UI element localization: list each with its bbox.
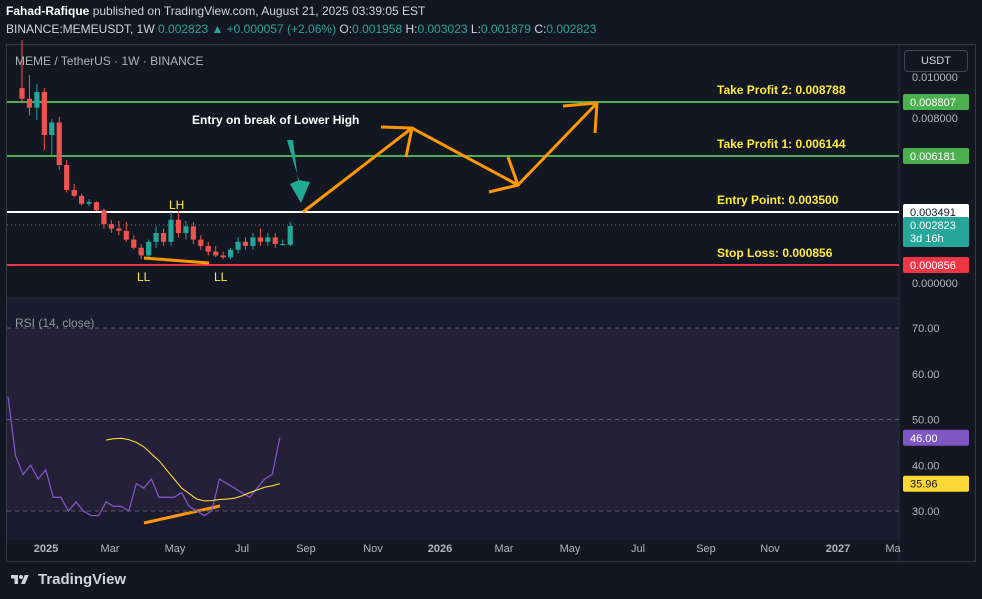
candle-body (272, 237, 278, 244)
candle-body (26, 98, 33, 108)
tradingview-logo-icon (11, 574, 29, 584)
candle-body (183, 226, 189, 233)
candle-body (168, 219, 174, 242)
price-badges: 0.0088070.0061810.0034910.0008560.002823… (903, 94, 969, 492)
candle-body (101, 210, 107, 225)
brand-text: TradingView (38, 571, 127, 588)
candle-body (138, 247, 144, 256)
time-tick-label: Sep (296, 543, 316, 555)
candle-body (56, 122, 62, 165)
candle-body (160, 233, 167, 242)
candle-body (153, 233, 159, 242)
candle-body (213, 251, 219, 256)
footer-brand[interactable]: TradingView (8, 571, 126, 588)
rsi-band (7, 328, 899, 511)
candle-body (205, 245, 211, 252)
time-tick-label: Nov (363, 543, 383, 555)
rsi-tick-label: 50.00 (912, 415, 940, 427)
entry-pointer-arrow (287, 140, 310, 203)
candle-body (280, 244, 286, 245)
arrow-head-2 (488, 156, 520, 194)
candle-body (108, 224, 114, 229)
candle-body (257, 237, 263, 242)
badge-current: 0.002823 (910, 220, 956, 232)
lh-label: LH (169, 198, 184, 212)
time-tick-label: 2025 (34, 543, 58, 555)
level-label-entry: Entry Point: 0.003500 (717, 193, 839, 207)
badge-stop: 0.000856 (910, 260, 956, 272)
candle-body (79, 195, 85, 204)
candles (19, 40, 293, 260)
level-label-stop: Stop Loss: 0.000856 (717, 246, 833, 260)
candle-body (71, 190, 77, 196)
currency-button[interactable]: USDT (904, 50, 968, 72)
chart-title: MEME / TetherUS · 1W · BINANCE (15, 54, 203, 68)
candle-body (250, 237, 256, 246)
price-tick-label: 0.000000 (912, 278, 958, 290)
time-tick-label: Jul (631, 543, 645, 555)
ll-label-right: LL (214, 270, 228, 284)
candle-body (146, 241, 152, 256)
candle-body (220, 255, 226, 258)
candle-body (131, 239, 137, 248)
candle-body (190, 226, 196, 240)
time-tick-label: May (560, 543, 581, 555)
candle-body (93, 202, 100, 211)
time-tick-label: Mar (101, 543, 120, 555)
annotations: Entry on break of Lower High LH LL LL (137, 113, 359, 284)
level-label-tp: Take Profit 2: 0.008788 (717, 83, 846, 97)
candle-body (49, 122, 55, 135)
candle-body (19, 88, 25, 99)
time-tick-label: Ma (885, 543, 901, 555)
badge-rsi: 46.00 (910, 433, 938, 445)
candle-body (228, 249, 234, 258)
level-label-tp: Take Profit 1: 0.006144 (717, 137, 846, 151)
candle-body (86, 202, 92, 204)
rsi-tick-label: 40.00 (912, 460, 940, 472)
candle-body (64, 165, 70, 190)
candle-body (265, 237, 271, 242)
chart-canvas[interactable]: 0.010000 0.008000 0.000000 Take Profit 2: … (0, 0, 982, 599)
ll-label-left: LL (137, 270, 151, 284)
badge-rsi-ma: 35.96 (910, 479, 938, 491)
time-tick-label: Jul (235, 543, 249, 555)
rsi-tick-label: 70.00 (912, 323, 940, 335)
candle-body (116, 228, 122, 231)
candle-body (287, 225, 293, 245)
candle-body (175, 219, 182, 233)
time-tick-label: May (165, 543, 186, 555)
badge-countdown: 3d 16h (910, 233, 944, 245)
candle-body (34, 92, 40, 108)
price-tick-label: 0.010000 (912, 72, 958, 84)
rsi-tick-label: 30.00 (912, 506, 940, 518)
lower-low-line[interactable] (143, 256, 210, 265)
candle-body (123, 230, 129, 240)
time-axis[interactable]: 2025 Mar May Jul Sep Nov 2026 Mar May Jul Sep Nov 20… (34, 543, 902, 555)
price-tick-label: 0.008000 (912, 113, 958, 125)
candle-body (198, 239, 204, 246)
candle-body (242, 241, 249, 246)
rsi-title: RSI (14, close) (15, 316, 94, 330)
badge-tp: 0.006181 (910, 151, 956, 163)
time-tick-label: 2027 (826, 543, 850, 555)
trade-levels: Take Profit 2: 0.008788 Take Profit 1: 0.… (7, 83, 899, 266)
candle-body (41, 92, 47, 135)
time-tick-label: Mar (495, 543, 514, 555)
time-tick-label: Sep (696, 543, 716, 555)
candle-body (235, 241, 241, 250)
time-tick-label: Nov (760, 543, 780, 555)
entry-note: Entry on break of Lower High (192, 113, 359, 127)
rsi-tick-label: 60.00 (912, 369, 940, 381)
badge-tp: 0.008807 (910, 97, 956, 109)
time-tick-label: 2026 (428, 543, 452, 555)
